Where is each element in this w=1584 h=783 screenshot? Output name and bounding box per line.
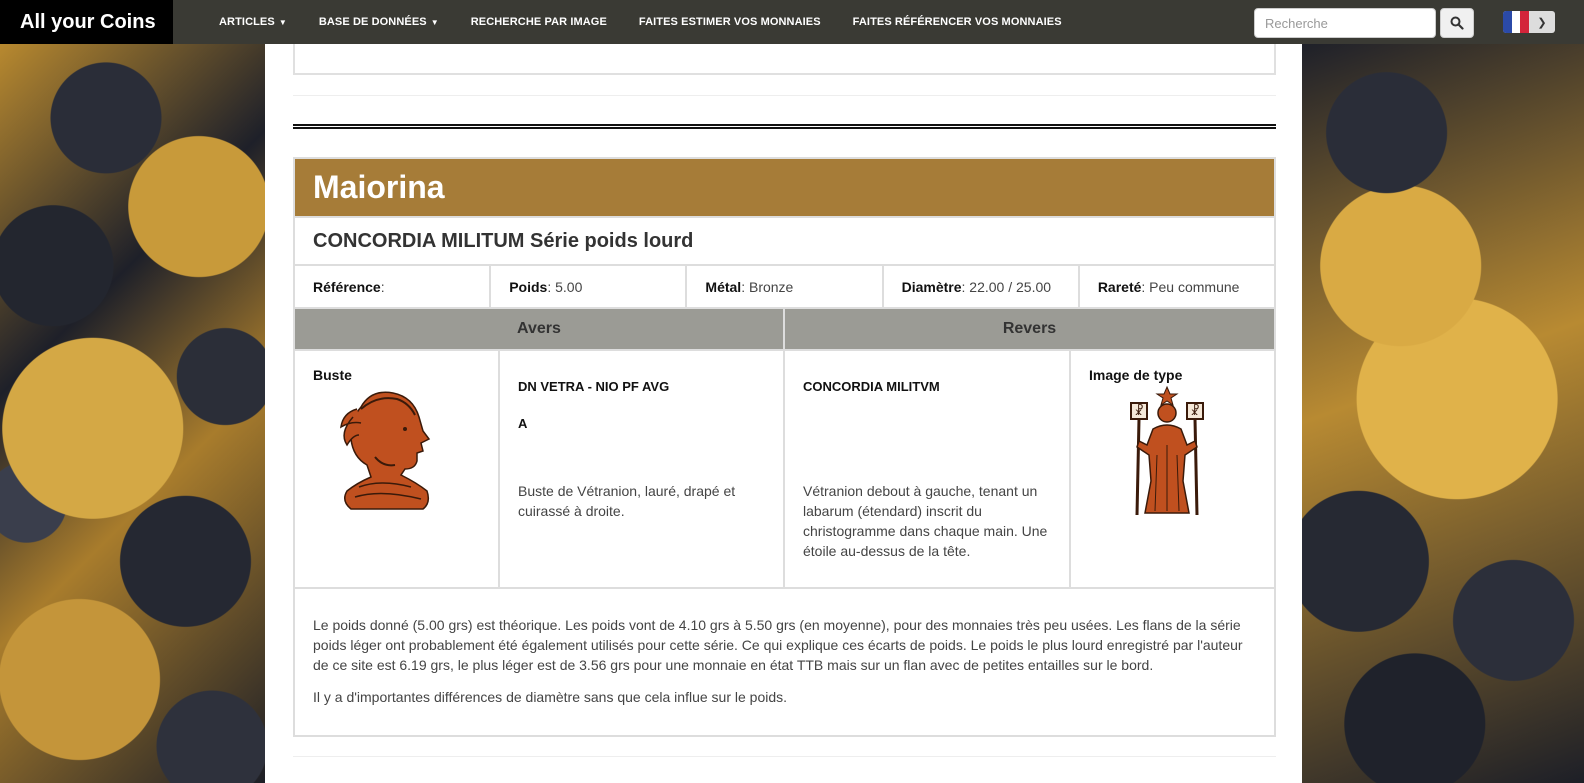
property-value: : Bronze [741,278,794,295]
property-diameter: Diamètre: 22.00 / 25.00 [884,266,1080,307]
property-reference: Référence : [295,266,492,307]
note-paragraph: Il y a d'importantes différences de diam… [313,689,788,705]
property-value: : 22.00 / 25.00 [961,278,1052,295]
search-input[interactable] [1254,8,1436,38]
property-value: : Peu commune [1141,278,1240,295]
coin-type-subtitle: CONCORDIA MILITUM Série poids lourd [295,218,1274,266]
obverse-image-cell: Buste [295,351,500,587]
property-label: Poids [509,278,548,295]
property-label: Diamètre [901,278,962,295]
property-weight: Poids: 5.00 [491,266,688,307]
obverse-field-mark: A [518,416,528,431]
property-value: : [380,278,385,295]
chevron-down-icon: ❯ [1537,16,1547,29]
coin-card: Maiorina CONCORDIA MILITUM Série poids l… [293,157,1276,737]
background-coins-right [1302,44,1584,783]
divider [293,95,1276,96]
france-flag-icon [1503,11,1530,33]
previous-card-bottom [293,44,1276,75]
nav-item-articles[interactable]: ARTICLES ▼ [203,16,303,28]
nav-item-label: BASE DE DONNÉES [318,16,427,28]
reverse-image-cell: Image de type ☧ ☧ [1071,351,1274,587]
section-divider [293,124,1276,129]
nav-item-label: RECHERCHE PAR IMAGE [470,16,607,28]
nav-item-label: FAITES RÉFÉRENCER VOS MONNAIES [852,16,1062,28]
obverse-header: Avers [295,309,785,349]
nav-item-image-search[interactable]: RECHERCHE PAR IMAGE [455,16,623,28]
svg-text:☧: ☧ [1134,404,1143,418]
reverse-header: Revers [1002,320,1057,337]
navbar: All your Coins ARTICLES ▼ BASE DE DONNÉE… [0,0,1584,44]
obverse-legend-cell: DN VETRA - NIO PF AVG A Buste de Vétrani… [500,351,785,587]
bust-illustration[interactable] [331,387,441,512]
obverse-legend: DN VETRA - NIO PF AVG [518,379,670,394]
brand-logo[interactable]: All your Coins [0,0,173,44]
svg-text:☧: ☧ [1190,404,1199,418]
coin-sides-detail: Buste DN VETRA - NIO PF AVG A Buste de V… [295,351,1274,589]
property-value: : 5.00 [547,278,583,295]
caret-down-icon: ▼ [278,17,287,27]
property-metal: Métal: Bronze [687,266,884,307]
obverse-description: Buste de Vétranion, lauré, drapé et cuir… [518,483,736,519]
main-content: Maiorina CONCORDIA MILITUM Série poids l… [265,44,1302,783]
nav-menu: ARTICLES ▼ BASE DE DONNÉES ▼ RECHERCHE P… [203,16,1078,28]
search-icon [1450,16,1464,30]
nav-item-estimate[interactable]: FAITES ESTIMER VOS MONNAIES [623,16,837,28]
sides-header: Avers Revers [295,309,1274,351]
reverse-image-label: Image de type [1089,367,1183,383]
nav-item-label: ARTICLES [219,16,275,28]
nav-item-label: FAITES ESTIMER VOS MONNAIES [638,16,821,28]
background-coins-left [0,44,265,783]
search-button[interactable] [1440,8,1474,38]
reverse-legend-cell: CONCORDIA MILITVM Vétranion debout à gau… [785,351,1071,587]
caret-down-icon: ▼ [430,17,439,27]
coin-properties: Référence : Poids: 5.00 Métal: Bronze Di… [295,266,1274,309]
nav-item-database[interactable]: BASE DE DONNÉES ▼ [303,16,455,28]
obverse-image-label: Buste [313,367,352,383]
property-rarity: Rareté: Peu commune [1080,266,1274,307]
search-form [1254,8,1474,38]
emperor-standing-illustration[interactable]: ☧ ☧ [1107,385,1227,520]
divider [293,756,1276,757]
coin-denomination-title: Maiorina [295,159,1274,218]
coin-notes: Le poids donné (5.00 grs) est théorique.… [295,589,1274,733]
property-label: Rareté [1097,278,1142,295]
reverse-legend: CONCORDIA MILITVM [803,379,940,394]
reverse-description: Vétranion debout à gauche, tenant un lab… [803,483,1048,559]
note-paragraph: Le poids donné (5.00 grs) est théorique.… [313,617,1243,673]
language-selector[interactable]: ❯ [1503,11,1555,33]
nav-item-reference[interactable]: FAITES RÉFÉRENCER VOS MONNAIES [837,16,1078,28]
property-label: Métal [705,278,742,295]
property-label: Référence [313,278,381,295]
